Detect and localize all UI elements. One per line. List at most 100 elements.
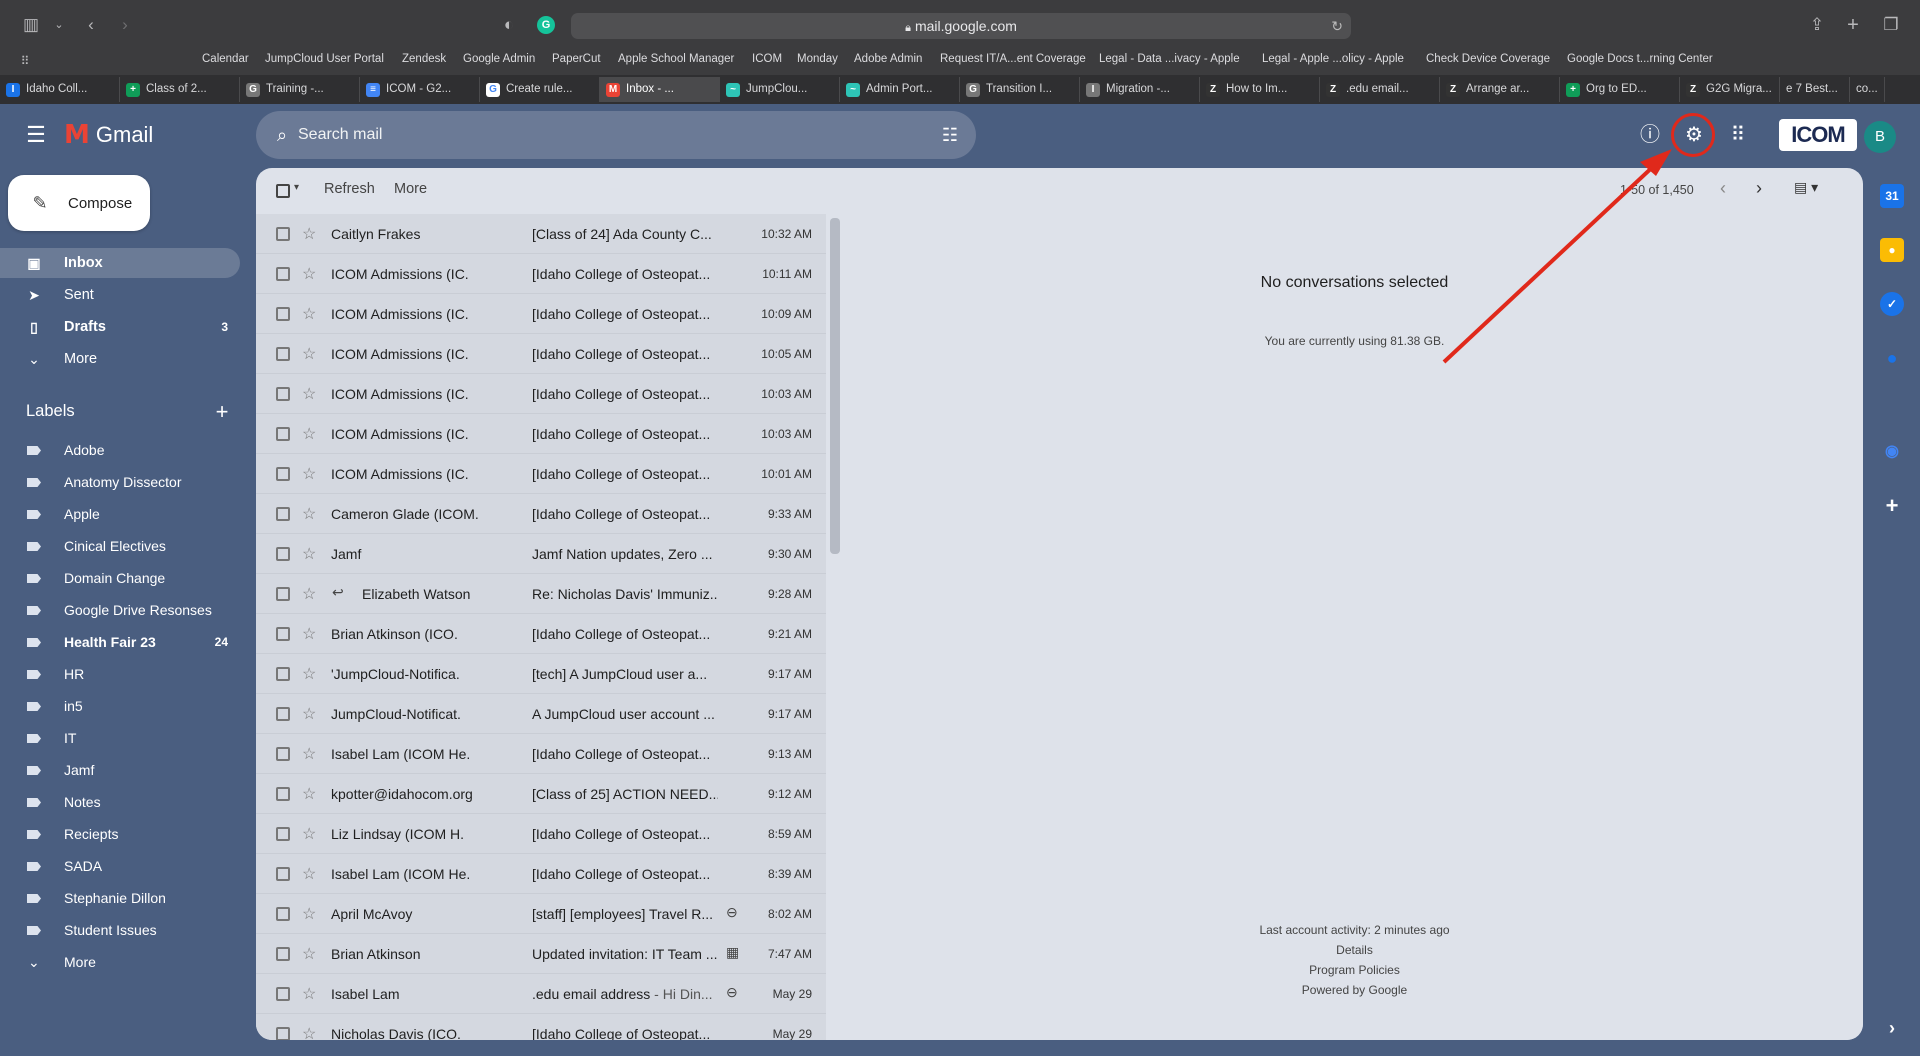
browser-tab[interactable]: + Org to ED... — [1560, 77, 1680, 102]
account-avatar[interactable]: B — [1864, 121, 1896, 153]
row-checkbox[interactable] — [276, 947, 290, 961]
browser-tab[interactable]: G Training -... — [240, 77, 360, 102]
browser-tab[interactable]: Z How to Im... — [1200, 77, 1320, 102]
star-icon[interactable]: ☆ — [302, 984, 316, 1004]
browser-tab[interactable]: ~ JumpClou... — [720, 77, 840, 102]
favorite-link[interactable]: Google Docs t...rning Center — [1567, 53, 1713, 65]
label-item[interactable]: Jamf — [0, 756, 240, 784]
sidebar-toggle-icon[interactable]: ▥ — [20, 14, 42, 36]
apps-grid-icon[interactable]: ⠿ — [1724, 121, 1752, 149]
chevron-down-icon[interactable]: ⌄ — [48, 14, 70, 36]
select-all-checkbox[interactable] — [276, 184, 290, 198]
labels-more[interactable]: ⌄ More — [0, 948, 240, 976]
favorite-link[interactable]: ICOM — [752, 53, 782, 65]
email-row[interactable]: ☆ April McAvoy [staff] [employees] Travel … — [256, 894, 826, 934]
tab-overview-icon[interactable]: ❐ — [1880, 14, 1902, 36]
star-icon[interactable]: ☆ — [302, 824, 316, 844]
label-item[interactable]: Cinical Electives — [0, 532, 240, 560]
label-item[interactable]: Domain Change — [0, 564, 240, 592]
label-item[interactable]: Apple — [0, 500, 240, 528]
row-checkbox[interactable] — [276, 987, 290, 1001]
sidebar-item-drafts[interactable]: ▯ Drafts 3 — [0, 312, 240, 342]
email-row[interactable]: ☆ ↩ Elizabeth Watson Re: Nicholas Davis' Im… — [256, 574, 826, 614]
grammarly-icon[interactable]: G — [537, 16, 555, 34]
star-icon[interactable]: ☆ — [302, 224, 316, 244]
help-icon[interactable]: ⓘ — [1636, 121, 1664, 149]
email-row[interactable]: ☆ ICOM Admissions (IC. [Idaho College of O… — [256, 294, 826, 334]
more-actions-button[interactable]: More — [394, 181, 427, 197]
label-item[interactable]: IT — [0, 724, 240, 752]
browser-tab[interactable]: Z .edu email... — [1320, 77, 1440, 102]
label-item[interactable]: HR — [0, 660, 240, 688]
tasks-icon[interactable]: ✓ — [1880, 292, 1904, 316]
row-checkbox[interactable] — [276, 347, 290, 361]
grid-icon[interactable]: ⠿ — [14, 50, 36, 72]
row-checkbox[interactable] — [276, 587, 290, 601]
email-row[interactable]: ☆ Isabel Lam (ICOM He. [Idaho College of O… — [256, 854, 826, 894]
split-pane-toggle-icon[interactable]: ▤ ▾ — [1794, 179, 1818, 196]
email-row[interactable]: ☆ Jamf Jamf Nation updates, Zero ... 9:30 A… — [256, 534, 826, 574]
next-page-icon[interactable]: › — [1756, 178, 1762, 199]
main-menu-icon[interactable]: ☰ — [22, 121, 50, 149]
email-row[interactable]: ☆ Caitlyn Frakes [Class of 24] Ada County … — [256, 214, 826, 254]
star-icon[interactable]: ☆ — [302, 464, 316, 484]
email-row[interactable]: ☆ Liz Lindsay (ICOM H. [Idaho College of O… — [256, 814, 826, 854]
favorite-link[interactable]: Zendesk — [402, 53, 446, 65]
star-icon[interactable]: ☆ — [302, 584, 316, 604]
paperclip-icon[interactable]: ⊖ — [726, 984, 738, 1001]
row-checkbox[interactable] — [276, 667, 290, 681]
star-icon[interactable]: ☆ — [302, 864, 316, 884]
details-link[interactable]: Details — [846, 940, 1863, 960]
browser-tab[interactable]: I Migration -... — [1080, 77, 1200, 102]
favorite-link[interactable]: PaperCut — [552, 53, 601, 65]
label-item[interactable]: Adobe — [0, 436, 240, 464]
row-checkbox[interactable] — [276, 547, 290, 561]
reload-icon[interactable]: ↻ — [1331, 13, 1343, 39]
webex-icon[interactable]: ◉ — [1880, 440, 1904, 464]
row-checkbox[interactable] — [276, 1027, 290, 1040]
row-checkbox[interactable] — [276, 307, 290, 321]
keep-icon[interactable]: ● — [1880, 238, 1904, 262]
browser-tab[interactable]: G Transition I... — [960, 77, 1080, 102]
search-icon[interactable]: ⌕ — [270, 123, 294, 147]
label-item[interactable]: SADA — [0, 852, 240, 880]
browser-tab[interactable]: e 7 Best... — [1780, 77, 1850, 102]
star-icon[interactable]: ☆ — [302, 744, 316, 764]
row-checkbox[interactable] — [276, 507, 290, 521]
star-icon[interactable]: ☆ — [302, 1024, 316, 1040]
page-count[interactable]: 1-50 of 1,450 — [1620, 183, 1694, 197]
email-row[interactable]: ☆ ICOM Admissions (IC. [Idaho College of O… — [256, 254, 826, 294]
row-checkbox[interactable] — [276, 827, 290, 841]
favorite-link[interactable]: Legal - Apple ...olicy - Apple — [1262, 53, 1404, 65]
star-icon[interactable]: ☆ — [302, 264, 316, 284]
star-icon[interactable]: ☆ — [302, 504, 316, 524]
favorite-link[interactable]: Request IT/A...ent Coverage — [940, 53, 1086, 65]
browser-tab[interactable]: Z Arrange ar... — [1440, 77, 1560, 102]
row-checkbox[interactable] — [276, 907, 290, 921]
org-logo[interactable]: ICOM — [1779, 119, 1857, 151]
previous-page-icon[interactable]: ‹ — [1720, 178, 1726, 199]
browser-tab[interactable]: Z G2G Migra... — [1680, 77, 1780, 102]
email-row[interactable]: ☆ kpotter@idahocom.org [Class of 25] ACTIO… — [256, 774, 826, 814]
label-item[interactable]: in5 — [0, 692, 240, 720]
forward-icon[interactable]: › — [114, 14, 136, 36]
row-checkbox[interactable] — [276, 467, 290, 481]
favorite-link[interactable]: Google Admin — [463, 53, 535, 65]
email-row[interactable]: ☆ Brian Atkinson Updated invitation: IT Te… — [256, 934, 826, 974]
star-icon[interactable]: ☆ — [302, 904, 316, 924]
row-checkbox[interactable] — [276, 267, 290, 281]
favorite-link[interactable]: Calendar — [202, 53, 249, 65]
favorite-link[interactable]: Apple School Manager — [618, 53, 734, 65]
email-row[interactable]: ☆ Isabel Lam .edu email address - Hi Din..… — [256, 974, 826, 1014]
row-checkbox[interactable] — [276, 627, 290, 641]
email-row[interactable]: ☆ 'JumpCloud-Notifica. [tech] A JumpCloud … — [256, 654, 826, 694]
select-dropdown-icon[interactable]: ▾ — [294, 182, 299, 193]
compose-button[interactable]: ✎ Compose — [8, 175, 150, 231]
contacts-icon[interactable]: ● — [1880, 346, 1904, 370]
sidebar-item-sent[interactable]: ➤ Sent — [0, 280, 240, 310]
label-item[interactable]: Notes — [0, 788, 240, 816]
address-bar[interactable]: 🔒︎ mail.google.com ↻ — [571, 13, 1351, 39]
program-policies-link[interactable]: Program Policies — [846, 960, 1863, 980]
email-row[interactable]: ☆ ICOM Admissions (IC. [Idaho College of O… — [256, 374, 826, 414]
browser-tab[interactable]: G Create rule... — [480, 77, 600, 102]
